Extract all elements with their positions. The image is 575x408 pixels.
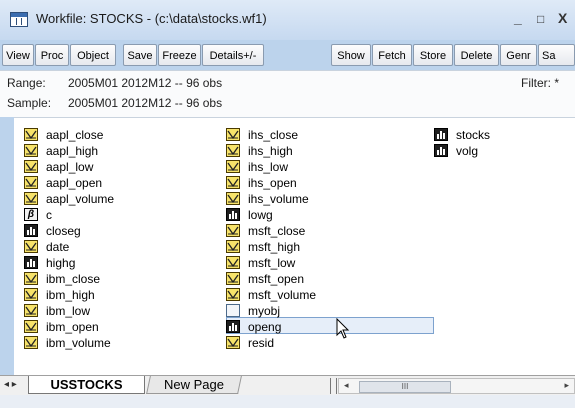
object-name: highg (46, 256, 76, 270)
object-name: aapl_high (46, 144, 99, 158)
object-name: lowg (248, 208, 273, 222)
series-icon (226, 336, 240, 349)
group-icon (24, 224, 38, 237)
mouse-cursor-icon (336, 318, 350, 339)
user-object-icon (226, 304, 240, 317)
object-button[interactable]: Object (70, 44, 116, 66)
object-name: msft_low (248, 256, 296, 270)
series-icon (226, 272, 240, 285)
object-name: ibm_open (46, 320, 99, 334)
object-name: msft_close (248, 224, 306, 238)
series-icon (24, 160, 38, 173)
horizontal-scrollbar[interactable]: ◂ III ▸ (338, 378, 575, 394)
series-icon (226, 128, 240, 141)
tab-nav-arrows[interactable]: ◂ ▸ (4, 379, 17, 390)
object-name: ibm_volume (46, 336, 111, 350)
sample-value[interactable]: 2005M01 2012M12 -- 96 obs (68, 96, 222, 110)
object-name: aapl_volume (46, 192, 115, 206)
object-name: openg (248, 320, 282, 334)
sample-label: Sample: (7, 96, 52, 110)
freeze-button[interactable]: Freeze (158, 44, 201, 66)
object-name: ibm_close (46, 272, 101, 286)
show-button[interactable]: Show (331, 44, 371, 66)
series-icon (24, 240, 38, 253)
range-label: Range: (7, 76, 46, 90)
proc-button[interactable]: Proc (35, 44, 69, 66)
object-name: ibm_low (46, 304, 91, 318)
object-name: ihs_high (248, 144, 293, 158)
object-name: ihs_volume (248, 192, 309, 206)
object-name: stocks (456, 128, 491, 142)
object-name: resid (248, 336, 275, 350)
coefficient-icon: β (24, 208, 38, 221)
save-button[interactable]: Save (123, 44, 157, 66)
range-sample-info: Range: 2005M01 2012M12 -- 96 obs Sample:… (0, 70, 575, 117)
object-name: date (46, 240, 70, 254)
filter-value[interactable]: Filter: * (521, 76, 559, 90)
workfile-toolbar: View Proc Object Save Freeze Details+/- … (0, 44, 575, 70)
object-name: c (46, 208, 52, 222)
series-icon (226, 256, 240, 269)
group-icon (24, 256, 38, 269)
range-value[interactable]: 2005M01 2012M12 -- 96 obs (68, 76, 222, 90)
tab-splitter[interactable] (330, 378, 337, 394)
tab-usstocks[interactable]: USSTOCKS (28, 376, 145, 394)
close-button[interactable]: X (558, 10, 567, 26)
object-name: aapl_open (46, 176, 103, 190)
series-icon (24, 176, 38, 189)
maximize-button[interactable]: □ (537, 12, 544, 26)
group-icon (226, 320, 240, 333)
details-button[interactable]: Details+/- (202, 44, 264, 66)
group-icon (434, 128, 448, 141)
object-list: aapl_close aapl_high aapl_low aapl_openaapl… (14, 117, 575, 376)
view-button[interactable]: View (2, 44, 34, 66)
object-name: aapl_close (46, 128, 104, 142)
store-button[interactable]: Store (413, 44, 453, 66)
status-bar (0, 395, 575, 408)
series-icon (24, 144, 38, 157)
object-name: ihs_low (248, 160, 289, 174)
window-title: Workfile: STOCKS - (c:\data\stocks.wf1) (36, 11, 267, 26)
series-icon (24, 272, 38, 285)
series-icon (226, 144, 240, 157)
tab-new-page[interactable]: New Page (146, 376, 242, 394)
object-name: ihs_open (248, 176, 297, 190)
sample-button[interactable]: Sa (538, 44, 575, 66)
delete-button[interactable]: Delete (454, 44, 499, 66)
workfile-icon (10, 12, 28, 27)
object-name: ibm_high (46, 288, 95, 302)
object-name: closeg (46, 224, 81, 238)
minimize-button[interactable]: _ (514, 10, 522, 26)
object-name: myobj (248, 304, 281, 318)
group-icon (226, 208, 240, 221)
series-icon (226, 240, 240, 253)
series-icon (24, 128, 38, 141)
object-name: ihs_close (248, 128, 299, 142)
scroll-left-arrow[interactable]: ◂ (344, 380, 349, 391)
series-icon (24, 192, 38, 205)
series-icon (226, 192, 240, 205)
scroll-right-arrow[interactable]: ▸ (564, 380, 569, 391)
series-icon (24, 304, 38, 317)
series-icon (24, 320, 38, 333)
fetch-button[interactable]: Fetch (372, 44, 412, 66)
object-name: msft_volume (248, 288, 317, 302)
object-name: msft_high (248, 240, 301, 254)
series-icon (24, 336, 38, 349)
series-icon (226, 160, 240, 173)
page-tab-bar: ◂ ▸ USSTOCKS New Page ◂ III ▸ (0, 375, 575, 396)
series-icon (24, 288, 38, 301)
title-bar[interactable]: Workfile: STOCKS - (c:\data\stocks.wf1) … (0, 0, 575, 40)
object-name: volg (456, 144, 479, 158)
series-icon (226, 224, 240, 237)
scroll-thumb[interactable]: III (359, 381, 451, 393)
series-icon (226, 288, 240, 301)
group-icon (434, 144, 448, 157)
genr-button[interactable]: Genr (500, 44, 537, 66)
series-icon (226, 176, 240, 189)
tab-new-page-label: New Page (164, 377, 224, 392)
object-name: aapl_low (46, 160, 94, 174)
workfile-window: Workfile: STOCKS - (c:\data\stocks.wf1) … (0, 0, 575, 408)
object-name: msft_open (248, 272, 305, 286)
